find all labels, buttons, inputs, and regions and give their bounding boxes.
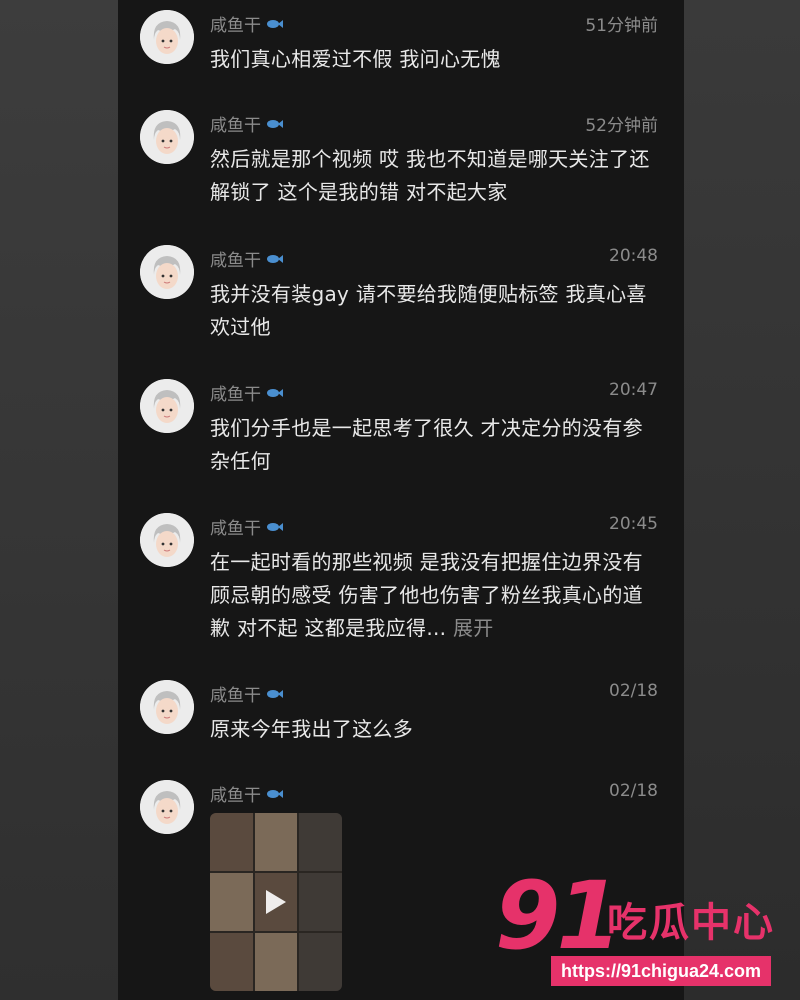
timestamp: 20:47 <box>609 380 658 400</box>
watermark-number: 91 <box>495 862 622 971</box>
thumbnail-tile <box>299 933 342 991</box>
background-left <box>0 0 118 1000</box>
comment-feed[interactable]: 咸鱼干 51分钟前 我们真心相爱过不假 我问心无愧 咸鱼干 52分钟前 然后就是… <box>118 0 684 1000</box>
thumbnail-tile <box>210 873 253 931</box>
play-icon[interactable] <box>266 890 286 914</box>
avatar[interactable] <box>140 245 194 299</box>
username[interactable]: 咸鱼干 <box>210 380 261 405</box>
username[interactable]: 咸鱼干 <box>210 781 261 806</box>
fish-icon <box>267 522 283 531</box>
fish-icon <box>267 689 283 698</box>
video-thumbnail[interactable] <box>210 813 342 991</box>
comment-text: 然后就是那个视频 哎 我也不知道是哪天关注了还解锁了 这个是我的错 对不起大家 <box>210 147 650 204</box>
username[interactable]: 咸鱼干 <box>210 514 261 539</box>
comment-body: 在一起时看的那些视频 是我没有把握住边界没有顾忌朝的感受 伤害了他也伤害了粉丝我… <box>210 550 643 640</box>
watermark: 91 吃瓜中心 https://91chigua24.com <box>495 870 795 990</box>
thumbnail-tile <box>210 933 253 991</box>
timestamp: 52分钟前 <box>585 116 658 136</box>
fish-icon <box>267 254 283 263</box>
avatar[interactable] <box>140 680 194 734</box>
thumbnail-tile <box>254 933 298 991</box>
watermark-url: https://91chigua24.com <box>551 956 772 986</box>
fish-icon <box>267 388 283 397</box>
username[interactable]: 咸鱼干 <box>210 11 261 36</box>
avatar[interactable] <box>140 110 194 164</box>
username[interactable]: 咸鱼干 <box>210 246 261 271</box>
username[interactable]: 咸鱼干 <box>210 681 261 706</box>
background-right <box>684 0 800 1000</box>
fish-icon <box>267 19 283 28</box>
avatar[interactable] <box>140 10 194 64</box>
avatar[interactable] <box>140 513 194 567</box>
thumbnail-tile <box>299 813 342 871</box>
timestamp: 20:45 <box>609 514 658 534</box>
thumbnail-tile <box>210 813 253 871</box>
comment-text: 我们真心相爱过不假 我问心无愧 <box>210 47 501 71</box>
watermark-brand: 吃瓜中心 <box>607 900 775 946</box>
timestamp: 02/18 <box>609 681 658 701</box>
thumbnail-tile <box>299 873 342 931</box>
comment-text: 我并没有装gay 请不要给我随便贴标签 我真心喜欢过他 <box>210 282 647 339</box>
expand-link[interactable]: 展开 <box>453 616 494 640</box>
thumbnail-tile <box>254 813 298 871</box>
comment-text: 我们分手也是一起思考了很久 才决定分的没有参杂任何 <box>210 416 643 473</box>
avatar[interactable] <box>140 379 194 433</box>
comment-text: 在一起时看的那些视频 是我没有把握住边界没有顾忌朝的感受 伤害了他也伤害了粉丝我… <box>210 546 660 645</box>
avatar[interactable] <box>140 780 194 834</box>
fish-icon <box>267 119 283 128</box>
fish-icon <box>267 789 283 798</box>
timestamp: 02/18 <box>609 781 658 801</box>
comment-text: 原来今年我出了这么多 <box>210 717 413 741</box>
timestamp: 20:48 <box>609 246 658 266</box>
timestamp: 51分钟前 <box>585 16 658 36</box>
username[interactable]: 咸鱼干 <box>210 111 261 136</box>
